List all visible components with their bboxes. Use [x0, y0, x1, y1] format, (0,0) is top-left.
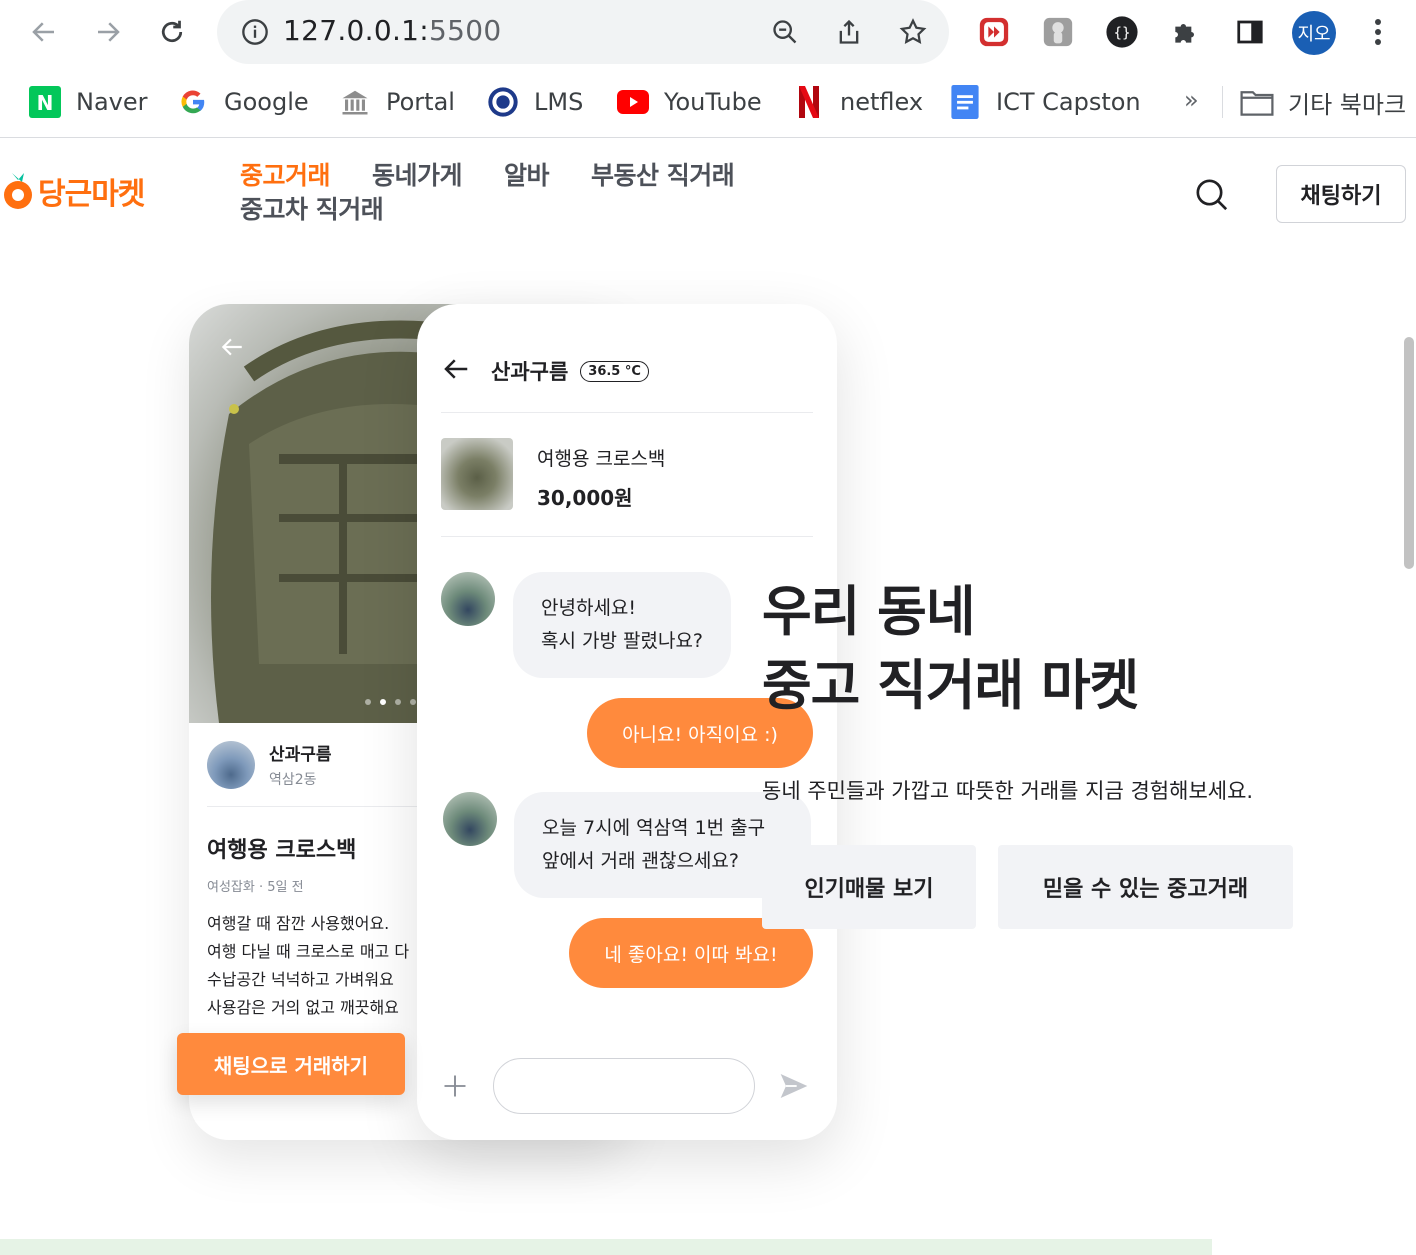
forward-arrow-icon[interactable] [90, 14, 126, 50]
hero-title: 우리 동네 중고 직거래 마켓 [762, 580, 1139, 717]
youtube-icon [616, 85, 650, 119]
back-arrow-icon[interactable] [441, 354, 471, 388]
chat-trade-button[interactable]: 채팅으로 거래하기 [177, 1033, 405, 1095]
portal-icon [338, 85, 372, 119]
google-icon [176, 85, 210, 119]
product-title: 여행용 크로스백 [207, 838, 357, 863]
address-bar[interactable]: 127.0.0.1:5500 [217, 0, 949, 64]
reload-icon[interactable] [154, 14, 190, 50]
bookmark-ict-capston[interactable]: ICT Capston [948, 84, 1141, 120]
media-extension-icon[interactable] [974, 12, 1014, 52]
url-text: 127.0.0.1:5500 [283, 14, 502, 47]
bookmark-youtube[interactable]: YouTube [616, 84, 762, 120]
nav-used-trade[interactable]: 중고거래 [240, 159, 331, 193]
search-icon[interactable] [1192, 175, 1232, 215]
incoming-message: 안녕하세요! 혹시 가방 팔렸나요? [513, 572, 732, 678]
trusted-trade-button[interactable]: 믿을 수 있는 중고거래 [998, 845, 1293, 929]
product-description: 여행갈 때 잠깐 사용했어요. 여행 다닐 때 크로스로 매고 다 수납공간 넉… [207, 914, 410, 1017]
manner-temperature-badge: 36.5 °C [580, 360, 649, 382]
netflix-icon [792, 85, 826, 119]
item-title: 여행용 크로스백 [537, 448, 666, 470]
item-price: 30,000원 [537, 486, 633, 510]
divider [441, 412, 813, 413]
back-arrow-icon[interactable] [26, 14, 62, 50]
avatar [441, 572, 495, 626]
popular-items-button[interactable]: 인기매물 보기 [762, 845, 976, 929]
side-panel-icon[interactable] [1230, 12, 1270, 52]
site-logo[interactable]: 당근마켓 [0, 169, 145, 213]
chat-partner-name: 산과구름 [491, 360, 569, 384]
plus-icon[interactable] [441, 1072, 469, 1104]
main-nav: 중고거래 동네가게 알바 부동산 직거래중고차 직거래 [240, 159, 800, 227]
bookmark-other-folder[interactable]: 기타 북마크 [1240, 84, 1406, 120]
naver-icon: N [28, 85, 62, 119]
seller-location: 역삼2동 [269, 772, 317, 788]
clicker-extension-icon[interactable] [1038, 12, 1078, 52]
bookmark-naver[interactable]: N Naver [28, 84, 148, 120]
nav-part-time[interactable]: 알바 [504, 159, 550, 193]
nav-used-cars[interactable]: 중고차 직거래 [240, 193, 384, 227]
kebab-menu-icon[interactable] [1358, 12, 1398, 52]
bookmark-lms[interactable]: LMS [486, 84, 583, 120]
nav-real-estate[interactable]: 부동산 직거래 [591, 159, 735, 193]
carousel-dots[interactable] [365, 699, 416, 705]
header-chat-button[interactable]: 채팅하기 [1276, 165, 1406, 223]
bookmarks-bar: N Naver Google Portal LMS YouTube netfle… [0, 66, 1416, 138]
message-input[interactable] [493, 1058, 755, 1114]
hero-subtitle: 동네 주민들과 가깝고 따뜻한 거래를 지금 경험해보세요. [762, 779, 1254, 803]
profile-avatar[interactable]: 지오 [1292, 11, 1336, 55]
avatar [443, 792, 497, 846]
svg-text:{}: {} [1113, 26, 1130, 42]
back-arrow-icon[interactable] [219, 334, 245, 364]
avatar [207, 740, 255, 789]
share-icon[interactable] [831, 14, 867, 50]
page-content: 당근마켓 중고거래 동네가게 알바 부동산 직거래중고차 직거래 채팅하기 산과… [0, 139, 1416, 1255]
nav-local-stores[interactable]: 동네가게 [372, 159, 463, 193]
bookmark-netflex[interactable]: netflex [792, 84, 923, 120]
seller-name: 산과구름 [269, 745, 332, 765]
bookmark-portal[interactable]: Portal [338, 84, 455, 120]
chat-header: 산과구름 36.5 °C [441, 354, 649, 388]
bookmarks-divider [1222, 86, 1223, 118]
svg-text:N: N [37, 91, 54, 115]
site-info-icon[interactable] [241, 18, 269, 50]
extensions-puzzle-icon[interactable] [1166, 12, 1206, 52]
divider [441, 536, 813, 537]
next-section-strip [0, 1239, 1212, 1255]
bookmark-star-icon[interactable] [895, 14, 931, 50]
page-scrollbar[interactable] [1404, 337, 1414, 569]
lms-icon [486, 85, 520, 119]
item-thumbnail[interactable] [441, 438, 513, 510]
send-icon[interactable] [777, 1070, 811, 1106]
seller-profile[interactable]: 산과구름 역삼2동 [207, 740, 332, 789]
docs-icon [948, 85, 982, 119]
product-meta: 여성잡화 · 5일 전 [207, 880, 304, 895]
zoom-out-icon[interactable] [767, 14, 803, 50]
carrot-icon [4, 173, 32, 209]
bookmark-google[interactable]: Google [176, 84, 309, 120]
bookmarks-overflow-button[interactable]: » [1184, 86, 1199, 114]
browser-toolbar: 127.0.0.1:5500 {} 지오 [0, 0, 1416, 66]
json-extension-icon[interactable]: {} [1102, 12, 1142, 52]
folder-icon [1240, 85, 1274, 119]
